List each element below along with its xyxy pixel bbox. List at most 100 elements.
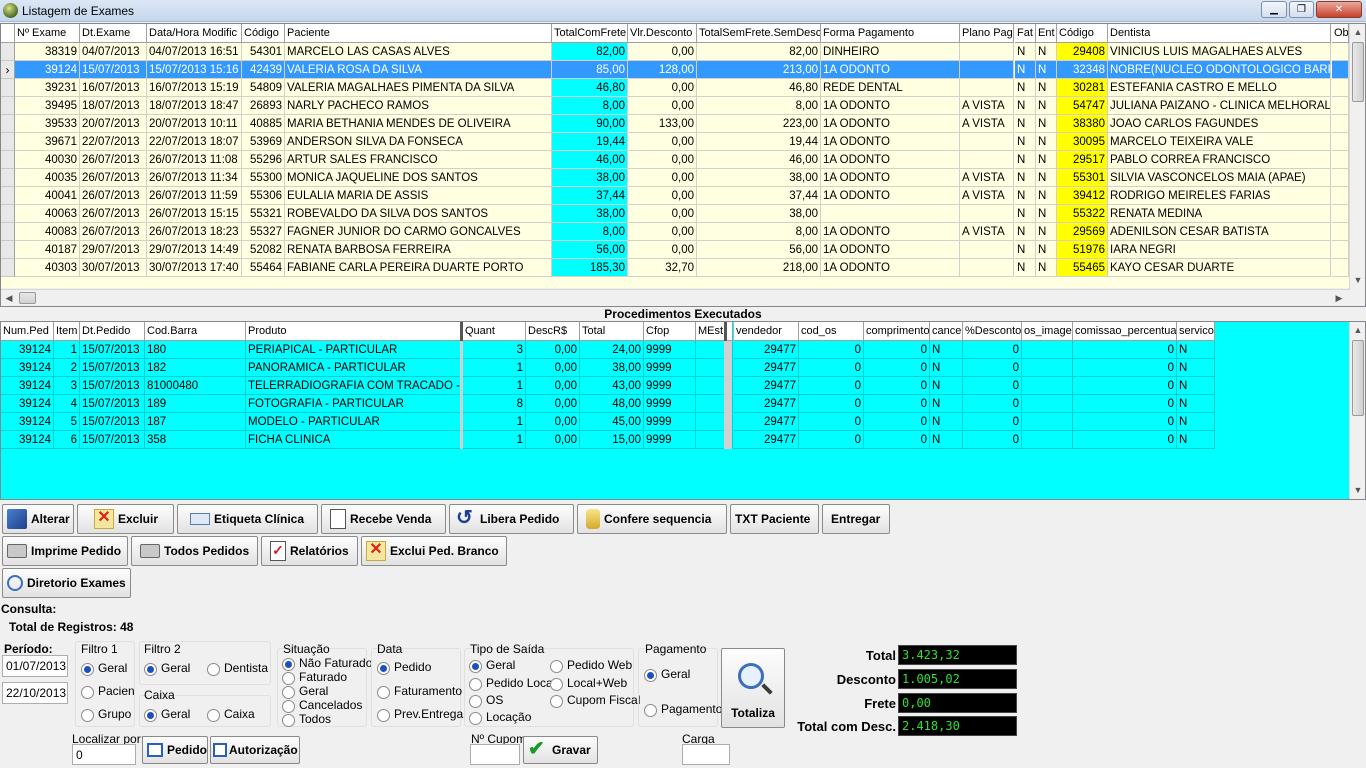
grid1-vscroll[interactable]: ▲ ▼ (1349, 24, 1365, 290)
table-cell[interactable]: N (1036, 97, 1057, 115)
table-cell[interactable]: SILVIA VASCONCELOS MAIA (APAE) (1108, 169, 1331, 187)
column-header[interactable]: os_image (1022, 322, 1073, 341)
txt-paciente-button[interactable]: TXT Paciente (730, 504, 819, 534)
cupom-input[interactable] (470, 744, 520, 765)
table-cell[interactable]: 15/07/2013 (80, 395, 145, 413)
table-cell[interactable]: 55296 (242, 151, 285, 169)
table-cell[interactable]: 51976 (1057, 241, 1108, 259)
table-cell[interactable]: 0 (1073, 359, 1177, 377)
pedido-button[interactable]: Pedido (142, 736, 208, 764)
table-cell[interactable]: 9999 (644, 431, 696, 449)
table-cell[interactable]: PANORAMICA - PARTICULAR (246, 359, 463, 377)
table-cell[interactable]: 0 (864, 359, 930, 377)
table-cell[interactable]: FICHA CLINICA (246, 431, 463, 449)
row-indicator[interactable] (1, 241, 15, 259)
scroll-thumb[interactable] (1352, 340, 1364, 416)
table-cell[interactable] (960, 205, 1014, 223)
table-cell[interactable]: 15/07/2013 (80, 359, 145, 377)
table-cell[interactable]: 133,00 (628, 115, 697, 133)
table-cell[interactable]: ESTEFANIA CASTRO E MELLO (1108, 79, 1331, 97)
table-cell[interactable]: A VISTA (960, 187, 1014, 205)
table-cell[interactable]: 26/07/2013 11:08 (147, 151, 242, 169)
column-header[interactable]: %Desconto (963, 322, 1022, 341)
table-cell[interactable]: 0 (864, 341, 930, 359)
table-cell[interactable]: 29477 (734, 431, 799, 449)
procedures-grid[interactable]: Num.Ped Item Dt.Pedido Cod.Barra Produto Quan… (0, 321, 1366, 500)
table-cell[interactable]: 4 (54, 395, 80, 413)
radio-option[interactable]: OS (469, 693, 503, 708)
table-cell[interactable]: 38,00 (552, 169, 628, 187)
table-cell[interactable]: 55464 (242, 259, 285, 277)
table-cell[interactable]: 40063 (15, 205, 80, 223)
radio-option[interactable]: Faturamento (377, 684, 462, 699)
table-cell[interactable]: N (1036, 151, 1057, 169)
table-cell[interactable]: 0 (864, 377, 930, 395)
table-cell[interactable] (1332, 223, 1349, 241)
table-cell[interactable]: 39231 (15, 79, 80, 97)
table-cell[interactable]: 20/07/2013 10:11 (147, 115, 242, 133)
table-cell[interactable]: N (1015, 61, 1036, 79)
table-cell[interactable]: 38380 (1057, 115, 1108, 133)
scroll-down-arrow[interactable]: ▼ (1350, 482, 1365, 498)
table-cell[interactable]: 22/07/2013 (80, 133, 147, 151)
table-cell[interactable]: N (1036, 205, 1057, 223)
radio-option[interactable]: Locação (469, 710, 531, 725)
table-cell[interactable]: 29477 (734, 413, 799, 431)
radio-option[interactable]: Geral (469, 658, 515, 673)
table-cell[interactable]: 0,00 (628, 205, 697, 223)
table-cell[interactable]: 26/07/2013 11:34 (147, 169, 242, 187)
table-cell[interactable]: 2 (54, 359, 80, 377)
table-cell[interactable]: 0 (963, 413, 1022, 431)
table-cell[interactable]: 55301 (1057, 169, 1108, 187)
table-cell[interactable]: N (1177, 341, 1215, 359)
radio-option[interactable]: Todos (282, 712, 331, 727)
table-cell[interactable]: 55306 (242, 187, 285, 205)
table-cell[interactable]: 30095 (1057, 133, 1108, 151)
table-cell[interactable]: N (1015, 241, 1036, 259)
radio-option[interactable]: Geral (144, 661, 190, 676)
column-header[interactable]: Num.Ped (1, 322, 54, 341)
table-cell[interactable]: 0 (1073, 395, 1177, 413)
table-cell[interactable]: 29/07/2013 (80, 241, 147, 259)
table-cell[interactable]: 37,44 (697, 187, 821, 205)
table-cell[interactable]: 0,00 (628, 79, 697, 97)
table-cell[interactable]: 8,00 (552, 97, 628, 115)
table-cell[interactable]: N (1036, 223, 1057, 241)
table-cell[interactable]: VALERIA MAGALHAES PIMENTA DA SILVA (285, 79, 552, 97)
table-cell[interactable]: 0 (1073, 341, 1177, 359)
column-header[interactable]: Dentista (1108, 24, 1331, 43)
table-cell[interactable]: TELERRADIOGRAFIA COM TRACADO - P (246, 377, 463, 395)
table-cell[interactable]: 29477 (734, 341, 799, 359)
table-cell[interactable] (1022, 341, 1073, 359)
table-cell[interactable]: RENATA MEDINA (1108, 205, 1331, 223)
table-cell[interactable]: JULIANA PAIZANO - CLINICA MELHORAL (1108, 97, 1331, 115)
table-cell[interactable] (1332, 115, 1349, 133)
column-header[interactable]: Dt.Exame (80, 24, 147, 43)
radio-option[interactable]: Cancelados (282, 698, 362, 713)
table-cell[interactable]: 1A ODONTO (821, 97, 960, 115)
row-indicator[interactable] (1, 79, 15, 97)
table-cell[interactable]: MONICA JAQUELINE DOS SANTOS (285, 169, 552, 187)
diretorio-exames-button[interactable]: Diretorio Exames (2, 568, 131, 598)
table-cell[interactable] (960, 241, 1014, 259)
table-cell[interactable]: ANDERSON SILVA DA FONSECA (285, 133, 552, 151)
table-cell[interactable]: N (1177, 377, 1215, 395)
table-cell[interactable]: N (1015, 223, 1036, 241)
table-cell[interactable]: 1A ODONTO (821, 115, 960, 133)
gravar-button[interactable]: ✔ Gravar (523, 736, 598, 764)
table-cell[interactable]: N (1036, 61, 1057, 79)
table-cell[interactable]: VINICIUS LUIS MAGALHAES ALVES (1108, 43, 1331, 61)
row-indicator[interactable] (1, 151, 15, 169)
table-cell[interactable]: PABLO CORREA FRANCISCO (1108, 151, 1331, 169)
table-cell[interactable]: 40885 (242, 115, 285, 133)
table-cell[interactable]: MODELO - PARTICULAR (246, 413, 463, 431)
table-cell[interactable]: A VISTA (960, 97, 1014, 115)
radio-option[interactable]: Geral (282, 684, 328, 699)
table-cell[interactable]: 55300 (242, 169, 285, 187)
radio-option[interactable]: Dentista (207, 661, 268, 676)
table-cell[interactable]: 26/07/2013 (80, 151, 147, 169)
column-header[interactable]: MEst (696, 322, 733, 341)
table-cell[interactable]: 1 (463, 431, 526, 449)
column-header[interactable]: Código (1057, 24, 1108, 43)
column-header[interactable]: vendedor (734, 322, 799, 341)
